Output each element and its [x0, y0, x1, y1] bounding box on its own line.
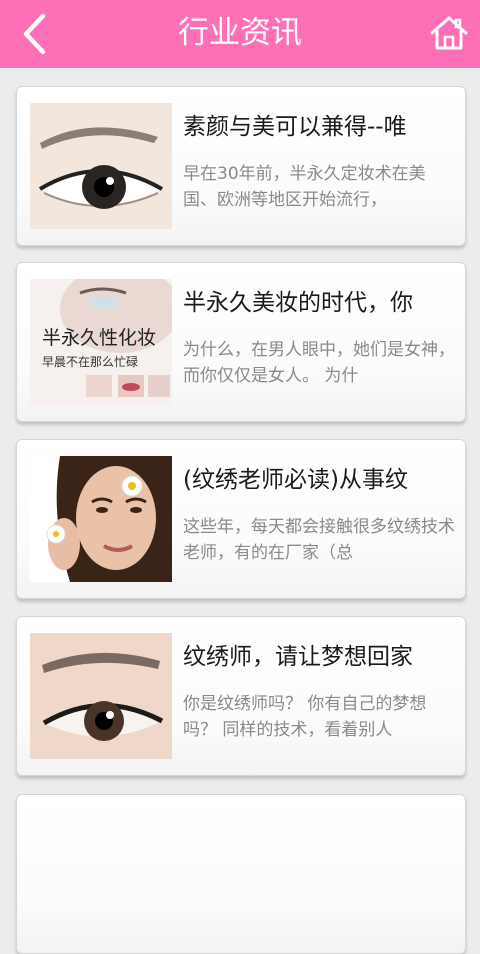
article-thumbnail	[30, 456, 172, 582]
article-thumbnail: 半永久性化妆 早晨不在那么忙碌	[30, 279, 172, 405]
article-summary: 为什么，在男人眼中，她们是女神，而你仅仅是女人。 为什	[183, 340, 455, 386]
page-title: 行业资讯	[178, 15, 302, 51]
article-summary: 这些年，每天都会接触很多纹绣技术老师，有的在厂家（总	[183, 517, 455, 563]
thumbnail-caption: 半永久性化妆	[42, 327, 157, 349]
article-title: 素颜与美可以兼得--唯	[183, 114, 407, 140]
chevron-left-icon	[23, 13, 46, 55]
article-summary: 早在30年前，半永久定妆术在美国、欧洲等地区开始流行，	[183, 164, 426, 210]
article-card[interactable]: 半永久性化妆 早晨不在那么忙碌 半永久美妆的时代，你 为什么，在男人眼中，她们是…	[16, 262, 466, 422]
article-card[interactable]: 纹绣师，请让梦想回家 你是纹绣师吗？ 你有自己的梦想吗？ 同样的技术，看着别人	[16, 616, 466, 776]
back-button[interactable]	[14, 12, 54, 56]
article-thumbnail	[30, 633, 172, 759]
article-title: 半永久美妆的时代，你	[183, 290, 413, 316]
home-icon	[430, 16, 468, 50]
article-card[interactable]	[16, 794, 466, 954]
article-summary: 你是纹绣师吗？ 你有自己的梦想吗？ 同样的技术，看着别人	[183, 694, 427, 740]
article-thumbnail	[30, 103, 172, 229]
article-title: 纹绣师，请让梦想回家	[183, 644, 413, 670]
app-header: 行业资讯	[0, 0, 480, 68]
article-card[interactable]: (纹绣老师必读)从事纹 这些年，每天都会接触很多纹绣技术老师，有的在厂家（总	[16, 439, 466, 599]
thumbnail-subcaption: 早晨不在那么忙碌	[42, 355, 139, 369]
home-button[interactable]	[426, 12, 472, 54]
article-card[interactable]: 素颜与美可以兼得--唯 早在30年前，半永久定妆术在美国、欧洲等地区开始流行，	[16, 86, 466, 246]
article-title: (纹绣老师必读)从事纹	[183, 467, 408, 493]
